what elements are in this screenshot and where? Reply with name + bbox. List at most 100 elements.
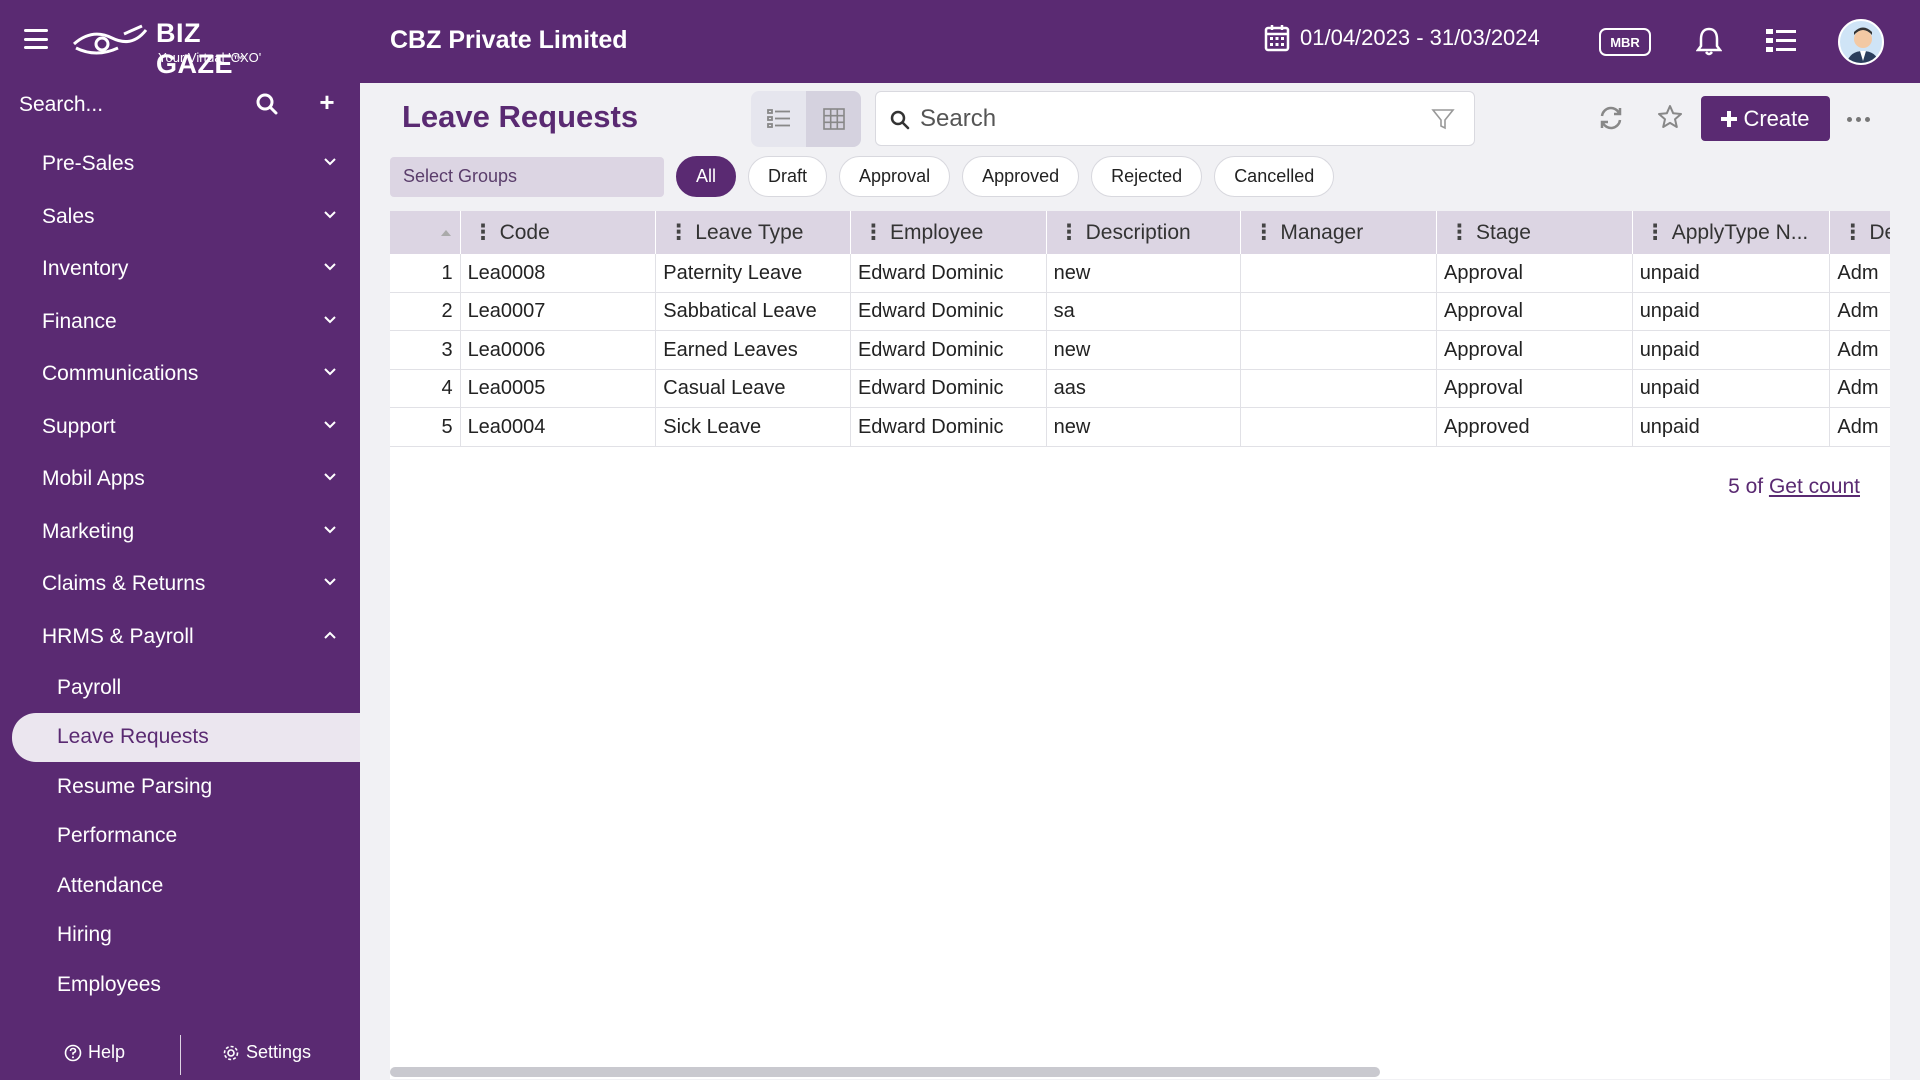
table-row[interactable]: 5 Lea0004 Sick Leave Edward Dominic new …: [390, 408, 1890, 447]
sidebar-item-hrms-payroll[interactable]: HRMS & Payroll: [0, 611, 360, 664]
column-menu-icon[interactable]: ⋮: [1645, 220, 1666, 245]
sidebar-item-claims-returns[interactable]: Claims & Returns: [0, 558, 360, 611]
sidebar-subitem-employees[interactable]: Employees: [0, 960, 360, 1010]
search-icon[interactable]: [256, 93, 278, 115]
search-input[interactable]: [920, 102, 1420, 136]
column-menu-icon[interactable]: ⋮: [668, 220, 689, 245]
cell-stage: Approval: [1437, 369, 1633, 408]
column-menu-icon[interactable]: ⋮: [1253, 220, 1274, 245]
sort-asc-icon[interactable]: [440, 229, 452, 237]
company-name[interactable]: CBZ Private Limited: [390, 26, 628, 55]
settings-link[interactable]: Settings: [222, 1042, 311, 1063]
grid-view-button[interactable]: [806, 91, 861, 147]
cell-de: Adm: [1837, 377, 1879, 399]
column-header-leave-type[interactable]: ⋮ Leave Type: [656, 211, 851, 254]
chevron-down-icon: [324, 525, 336, 533]
column-menu-icon[interactable]: ⋮: [473, 220, 494, 245]
chip-draft[interactable]: Draft: [748, 156, 828, 197]
more-icon[interactable]: [1847, 117, 1870, 122]
chevron-down-icon: [324, 315, 336, 323]
table-row[interactable]: 1 Lea0008 Paternity Leave Edward Dominic…: [390, 254, 1890, 293]
filter-icon[interactable]: [1431, 107, 1455, 131]
column-header-index[interactable]: [390, 211, 461, 254]
star-icon[interactable]: [1657, 104, 1683, 130]
chip-approval[interactable]: Approval: [839, 156, 951, 197]
sidebar-item-mobil-apps[interactable]: Mobil Apps: [0, 453, 360, 506]
column-header-code[interactable]: ⋮ Code: [461, 211, 657, 254]
chevron-down-icon: [324, 158, 336, 166]
plus-icon[interactable]: +: [314, 87, 340, 117]
create-label: Create: [1743, 105, 1810, 131]
help-link[interactable]: Help: [64, 1042, 125, 1063]
column-header-stage[interactable]: ⋮ Stage: [1437, 211, 1633, 254]
column-header-employee[interactable]: ⋮ Employee: [851, 211, 1047, 254]
sidebar-subitem-performance[interactable]: Performance: [0, 812, 360, 862]
sidebar-subitem-resume-parsing[interactable]: Resume Parsing: [0, 762, 360, 812]
column-header-manager[interactable]: ⋮ Manager: [1241, 211, 1438, 254]
list-icon[interactable]: [1766, 28, 1796, 54]
chip-cancelled[interactable]: Cancelled: [1214, 156, 1335, 197]
cell-applytype: unpaid: [1633, 408, 1831, 446]
sidebar-item-support[interactable]: Support: [0, 401, 360, 454]
column-menu-icon[interactable]: ⋮: [863, 220, 884, 245]
table-row[interactable]: 4 Lea0005 Casual Leave Edward Dominic aa…: [390, 369, 1890, 408]
avatar[interactable]: [1838, 19, 1884, 65]
sidebar-item-sales[interactable]: Sales: [0, 191, 360, 244]
column-menu-icon[interactable]: ⋮: [1059, 220, 1080, 245]
chip-rejected[interactable]: Rejected: [1091, 156, 1203, 197]
table-header: ⋮ Code ⋮ Leave Type ⋮ Employee ⋮ Description…: [390, 211, 1890, 254]
record-count: 5 of Get count: [1728, 475, 1860, 499]
column-header-label: ApplyType N...: [1671, 220, 1809, 244]
sidebar-subitem-leave-requests[interactable]: Leave Requests: [12, 712, 360, 762]
bell-icon[interactable]: [1696, 26, 1722, 56]
mbr-badge[interactable]: MBR: [1599, 28, 1651, 56]
chip-all[interactable]: All: [676, 156, 737, 197]
sidebar-item-finance[interactable]: Finance: [0, 296, 360, 349]
financial-year-range[interactable]: 01/04/2023 - 31/03/2024: [1264, 24, 1540, 52]
cell-description: new: [1047, 331, 1242, 369]
cell-code[interactable]: Lea0004: [461, 408, 657, 446]
sidebar-item-communications[interactable]: Communications: [0, 348, 360, 401]
sidebar-subitem-payroll[interactable]: Payroll: [0, 663, 360, 713]
sidebar-search[interactable]: Search... +: [0, 83, 360, 127]
column-header-description[interactable]: ⋮ Description: [1047, 211, 1242, 254]
select-groups-dropdown[interactable]: Select Groups: [390, 157, 664, 197]
table-row[interactable]: 2 Lea0007 Sabbatical Leave Edward Domini…: [390, 292, 1890, 331]
sidebar-item-inventory[interactable]: Inventory: [0, 243, 360, 296]
cell-code[interactable]: Lea0006: [461, 331, 657, 369]
sidebar-subitem-attendance[interactable]: Attendance: [0, 861, 360, 911]
cell-index: 5: [390, 408, 461, 446]
cell-code[interactable]: Lea0008: [461, 254, 657, 292]
column-header-label: Employee: [889, 220, 984, 244]
column-menu-icon[interactable]: ⋮: [1449, 220, 1470, 245]
cell-code[interactable]: Lea0005: [461, 369, 657, 408]
cell-manager: [1241, 408, 1437, 446]
column-header-de[interactable]: ⋮De: [1830, 211, 1890, 254]
refresh-icon[interactable]: [1598, 105, 1624, 131]
page-title: Leave Requests: [402, 99, 639, 134]
logo[interactable]: BIZ GAZE™ Your Virtual 'CXO': [72, 18, 292, 79]
column-header-applytype[interactable]: ⋮ ApplyType N...: [1633, 211, 1831, 254]
create-button[interactable]: Create: [1701, 96, 1830, 141]
hamburger-icon[interactable]: [24, 29, 48, 49]
chevron-up-icon: [324, 631, 336, 639]
table-row[interactable]: 3 Lea0006 Earned Leaves Edward Dominic n…: [390, 331, 1890, 370]
list-view-button[interactable]: [751, 91, 806, 147]
cell-stage: Approval: [1437, 254, 1633, 292]
cell-description: sa: [1047, 292, 1242, 331]
sidebar-subitem-hiring[interactable]: Hiring: [0, 911, 360, 961]
horizontal-scrollbar[interactable]: [390, 1067, 1380, 1077]
search-box: [875, 91, 1475, 146]
logo-tagline: Your Virtual 'CXO': [158, 50, 262, 65]
chevron-down-icon: [324, 420, 336, 428]
get-count-link[interactable]: Get count: [1769, 475, 1860, 498]
sidebar-item-marketing[interactable]: Marketing: [0, 506, 360, 559]
calendar-icon: [1264, 25, 1290, 52]
sidebar-item-pre-sales[interactable]: Pre-Sales: [0, 138, 360, 191]
cell-code[interactable]: Lea0007: [461, 292, 657, 331]
sidebar-item-label: Marketing: [42, 519, 135, 543]
chip-approved[interactable]: Approved: [962, 156, 1080, 197]
sidebar-search-label[interactable]: Search...: [19, 93, 103, 117]
sidebar-item-label: Sales: [42, 204, 95, 228]
column-menu-icon[interactable]: ⋮: [1842, 220, 1863, 245]
